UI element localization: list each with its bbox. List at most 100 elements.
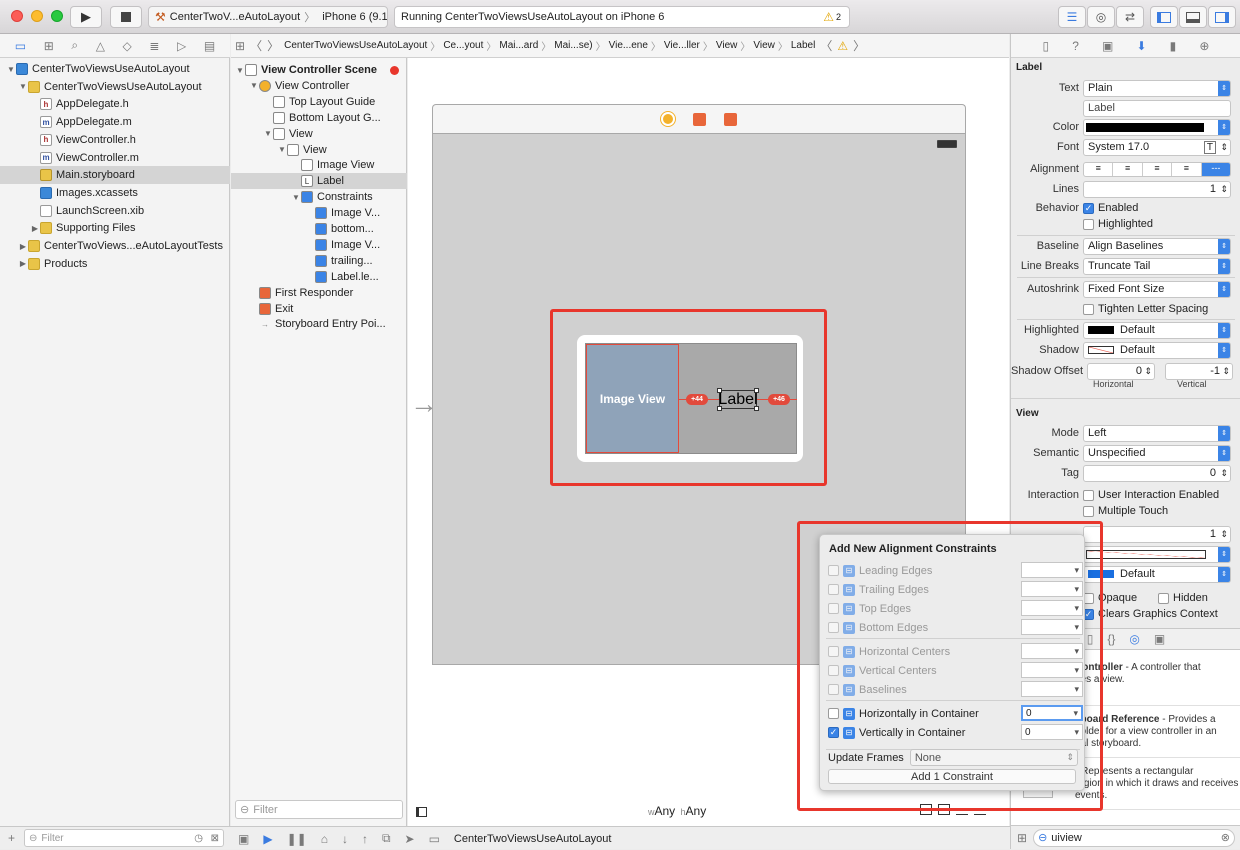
breakpoint-icon[interactable]: ▷ xyxy=(177,39,186,53)
stepper-icon[interactable]: ⇕ xyxy=(1220,184,1228,195)
test-diamond-icon[interactable]: ◇ xyxy=(123,39,132,53)
recent-files-icon[interactable]: ◷ xyxy=(194,833,203,844)
toggle-utilities-button[interactable] xyxy=(1208,6,1236,28)
baseline-popup[interactable]: Align Baselines ⇕ xyxy=(1083,237,1231,255)
stepper-icon[interactable]: ⇕ xyxy=(1220,142,1228,153)
add-file-icon[interactable]: + xyxy=(8,831,15,845)
minimize-window-button[interactable] xyxy=(31,10,43,22)
outline-filter[interactable]: ⊖ Filter xyxy=(235,800,403,819)
view-debugger-icon[interactable]: ⧉ xyxy=(382,831,391,846)
shadow-offset-h-field[interactable]: 0 ⇕ xyxy=(1087,362,1155,380)
breakpoints-toggle-icon[interactable]: ▶ xyxy=(263,832,272,846)
navigator-item[interactable]: ▶ Supporting Files xyxy=(0,219,230,237)
file-inspector-icon[interactable]: ▯ xyxy=(1043,39,1050,53)
align-center-icon[interactable]: ≡ xyxy=(1113,162,1143,176)
hidden-checkbox[interactable] xyxy=(1158,592,1169,604)
zoom-window-button[interactable] xyxy=(51,10,63,22)
text-content-field[interactable]: Label xyxy=(1083,99,1231,117)
jump-bar-item[interactable]: Ce...yout xyxy=(443,40,483,51)
navigator-item[interactable]: h AppDelegate.h xyxy=(0,95,230,113)
semantic-popup[interactable]: Unspecified ⇕ xyxy=(1083,444,1231,462)
hide-debug-icon[interactable]: ▣ xyxy=(238,832,249,846)
autoshrink-popup[interactable]: Fixed Font Size ⇕ xyxy=(1083,280,1231,298)
outline-item[interactable]: Image V... xyxy=(231,205,407,221)
tint-popup[interactable]: Default ⇕ xyxy=(1083,565,1231,583)
navigator-item[interactable]: ▼ CenterTwoViewsUseAutoLayout xyxy=(0,78,230,96)
background-color-well[interactable]: ⇕ xyxy=(1083,545,1231,563)
disclosure-open-icon[interactable]: ▼ xyxy=(249,81,259,90)
outline-item[interactable]: L Label xyxy=(231,173,407,190)
outline-item[interactable]: Label.le... xyxy=(231,269,407,285)
library-search-field[interactable]: ⊖ uiview ⊗ xyxy=(1033,828,1235,847)
stepper-icon[interactable]: ⇕ xyxy=(1220,468,1228,479)
clear-search-icon[interactable]: ⊗ xyxy=(1221,831,1230,844)
navigator-item[interactable]: LaunchScreen.xib xyxy=(0,202,230,220)
stepper-icon[interactable]: ⇕ xyxy=(1222,366,1230,377)
font-field[interactable]: System 17.0 T ⇕ xyxy=(1083,138,1231,156)
warnings-indicator[interactable]: ⚠ 2 xyxy=(823,10,841,24)
align-natural-icon[interactable]: --- xyxy=(1201,162,1230,176)
identity-inspector-icon[interactable]: ▣ xyxy=(1102,39,1113,53)
navigator-item[interactable]: Images.xcassets xyxy=(0,184,230,202)
attributes-inspector-icon[interactable]: ⬇ xyxy=(1136,39,1146,53)
disclosure-closed-icon[interactable]: ▶ xyxy=(30,224,40,233)
enabled-checkbox[interactable]: ✓ xyxy=(1083,202,1094,214)
jump-bar-item[interactable]: View xyxy=(716,40,738,51)
navigator-filter[interactable]: ⊖ Filter ◷ ⊠ xyxy=(24,829,224,847)
jump-bar-item[interactable]: View xyxy=(753,40,775,51)
multiple-touch-checkbox[interactable] xyxy=(1083,505,1094,517)
mode-popup[interactable]: Left ⇕ xyxy=(1083,424,1231,442)
grid-view-icon[interactable]: ⊞ xyxy=(1017,831,1027,845)
version-editor-button[interactable]: ⇄ xyxy=(1116,6,1144,28)
code-snippet-icon[interactable]: {} xyxy=(1107,632,1115,646)
step-in-icon[interactable]: ↓ xyxy=(342,832,348,846)
first-responder-icon[interactable] xyxy=(693,112,706,126)
align-left-icon[interactable]: ≡ xyxy=(1084,162,1114,176)
error-indicator-icon[interactable] xyxy=(390,65,399,75)
user-interaction-checkbox[interactable] xyxy=(1083,489,1094,501)
alpha-field[interactable]: 1 ⇕ xyxy=(1083,525,1231,543)
outline-item[interactable]: Bottom Layout G... xyxy=(231,110,407,126)
assistant-editor-button[interactable]: ◎ xyxy=(1087,6,1115,28)
step-over-icon[interactable]: ⌂ xyxy=(321,832,328,846)
jump-bar-item[interactable]: Vie...ene xyxy=(609,40,648,51)
media-library-icon[interactable]: ▣ xyxy=(1154,632,1165,646)
disclosure-open-icon[interactable]: ▼ xyxy=(6,65,16,74)
hierarchy-icon[interactable]: ⊞ xyxy=(44,39,54,53)
outline-item[interactable]: Exit xyxy=(231,301,407,317)
outline-item[interactable]: First Responder xyxy=(231,285,407,301)
forward-chevron-icon[interactable]: 〉 xyxy=(267,37,279,54)
navigator-item[interactable]: ▼ CenterTwoViewsUseAutoLayout xyxy=(0,60,230,78)
outline-item[interactable]: ▼ View Controller Scene xyxy=(231,62,407,78)
disclosure-closed-icon[interactable]: ▶ xyxy=(18,242,28,251)
font-picker-icon[interactable]: T xyxy=(1203,140,1216,154)
back-chevron-icon[interactable]: 〈 xyxy=(250,37,262,54)
stepper-icon[interactable]: ⇕ xyxy=(1144,366,1152,377)
location-icon[interactable]: ➤ xyxy=(405,832,415,846)
scheme-selector[interactable]: ⚒ CenterTwoV...eAutoLayout 〉 iPhone 6 (9… xyxy=(148,6,388,28)
disclosure-closed-icon[interactable]: ▶ xyxy=(18,259,28,268)
related-items-icon[interactable]: ⊞ xyxy=(235,39,245,53)
toggle-debug-area-button[interactable] xyxy=(1179,6,1207,28)
outline-item[interactable]: Image View xyxy=(231,157,407,173)
standard-editor-button[interactable]: ☰ xyxy=(1058,6,1086,28)
highlighted-color-popup[interactable]: Default ⇕ xyxy=(1083,321,1231,339)
stop-button[interactable] xyxy=(110,6,142,28)
step-out-icon[interactable]: ↑ xyxy=(362,832,368,846)
disclosure-open-icon[interactable]: ▼ xyxy=(18,82,28,91)
disclosure-open-icon[interactable]: ▼ xyxy=(263,129,273,138)
exit-icon[interactable] xyxy=(724,112,737,126)
navigator-item[interactable]: ▶ Products xyxy=(0,255,230,273)
close-window-button[interactable] xyxy=(11,10,23,22)
view-controller-icon[interactable] xyxy=(661,112,675,126)
alignment-segmented-control[interactable]: ≡ ≡ ≡ ≡ --- xyxy=(1083,161,1231,177)
navigator-item[interactable]: h ViewController.h xyxy=(0,131,230,149)
outline-item[interactable]: Top Layout Guide xyxy=(231,94,407,110)
disclosure-open-icon[interactable]: ▼ xyxy=(291,193,301,202)
disclosure-open-icon[interactable]: ▼ xyxy=(277,145,287,154)
toggle-navigator-button[interactable] xyxy=(1150,6,1178,28)
object-library-icon[interactable]: ◎ xyxy=(1129,632,1139,646)
align-justify-icon[interactable]: ≡ xyxy=(1172,162,1202,176)
lines-field[interactable]: 1 ⇕ xyxy=(1083,180,1231,198)
scm-filter-icon[interactable]: ⊠ xyxy=(211,833,219,844)
